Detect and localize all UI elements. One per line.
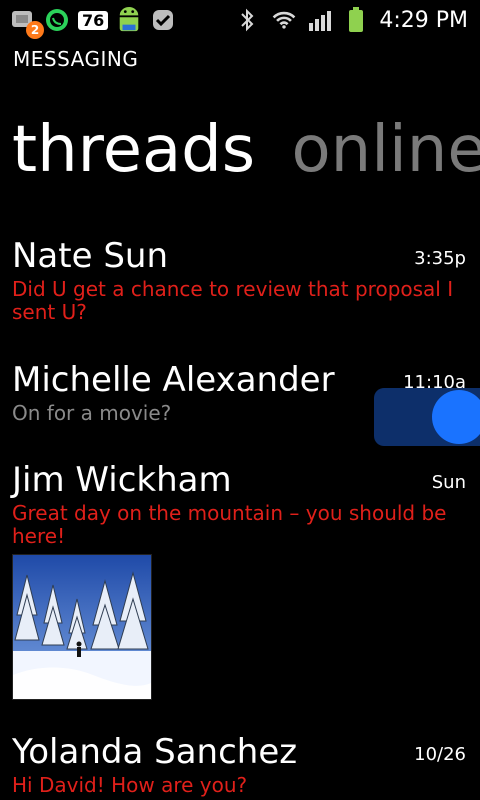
thread-image-thumbnail[interactable]: [12, 554, 152, 700]
gmail-icon: 2: [10, 7, 44, 39]
battery-icon: [343, 7, 369, 33]
status-bar: 2 76 4:29 PM: [0, 0, 480, 40]
status-bar-right: 4:29 PM: [235, 3, 468, 37]
thread-item[interactable]: Yolanda Sanchez 10/26 Hi David! How are …: [12, 732, 470, 797]
notification-count-badge: 2: [26, 21, 44, 39]
check-icon: [150, 7, 176, 33]
pivot-tab-online[interactable]: online: [291, 113, 480, 187]
android-icon: [116, 7, 142, 33]
pivot-tab-threads[interactable]: threads: [12, 113, 255, 187]
bluetooth-icon: [235, 7, 261, 33]
toggle-knob[interactable]: [432, 390, 480, 444]
slide-toggle[interactable]: [374, 388, 480, 446]
thread-name: Yolanda Sanchez: [12, 732, 298, 772]
thread-item[interactable]: Nate Sun 3:35p Did U get a chance to rev…: [12, 236, 470, 324]
thread-time: 10/26: [414, 744, 466, 765]
pivot-header: threads online: [12, 110, 480, 190]
snowy-forest-photo: [13, 555, 151, 699]
status-time: 4:29 PM: [379, 7, 468, 33]
thread-time: Sun: [431, 472, 466, 493]
whatsapp-icon: [44, 7, 70, 33]
signal-icon: [307, 7, 333, 33]
app-title: MESSAGING: [13, 47, 139, 71]
battery-percent-badge: 76: [78, 10, 109, 30]
thread-name: Jim Wickham: [12, 460, 232, 500]
thread-name: Nate Sun: [12, 236, 169, 276]
thread-snippet: Hi David! How are you?: [12, 773, 248, 797]
status-bar-left: 2 76: [10, 3, 176, 39]
thread-time: 3:35p: [414, 248, 466, 269]
thread-snippet: Great day on the mountain – you should b…: [12, 501, 447, 548]
wifi-icon: [271, 7, 297, 33]
thread-snippet: Did U get a chance to review that propos…: [12, 277, 454, 324]
thread-item[interactable]: Jim Wickham Sun Great day on the mountai…: [12, 460, 470, 700]
